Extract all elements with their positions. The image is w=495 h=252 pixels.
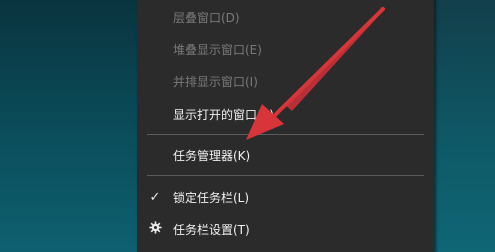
menu-item-task-manager[interactable]: 任务管理器(K) bbox=[137, 140, 434, 170]
desktop-left-region bbox=[0, 0, 137, 252]
menu-separator bbox=[147, 175, 424, 176]
menu-separator bbox=[147, 134, 424, 135]
menu-item-show-open-windows[interactable]: 显示打开的窗口(S) bbox=[137, 99, 434, 129]
menu-item-cascade-windows[interactable]: 层叠窗口(D) bbox=[137, 2, 434, 32]
menu-item-lock-taskbar[interactable]: ✓ 锁定任务栏(L) bbox=[137, 182, 434, 212]
menu-item-stack-windows[interactable]: 堆叠显示窗口(E) bbox=[137, 34, 434, 64]
taskbar-context-menu: 层叠窗口(D) 堆叠显示窗口(E) 并排显示窗口(I) 显示打开的窗口(S) 任… bbox=[137, 0, 434, 252]
checkmark-icon: ✓ bbox=[149, 189, 161, 205]
gear-icon bbox=[147, 220, 163, 238]
desktop-right-region bbox=[434, 0, 495, 252]
menu-item-taskbar-settings[interactable]: 任务栏设置(T) bbox=[137, 214, 434, 244]
menu-item-side-by-side[interactable]: 并排显示窗口(I) bbox=[137, 66, 434, 96]
desktop-background: 层叠窗口(D) 堆叠显示窗口(E) 并排显示窗口(I) 显示打开的窗口(S) 任… bbox=[0, 0, 495, 252]
